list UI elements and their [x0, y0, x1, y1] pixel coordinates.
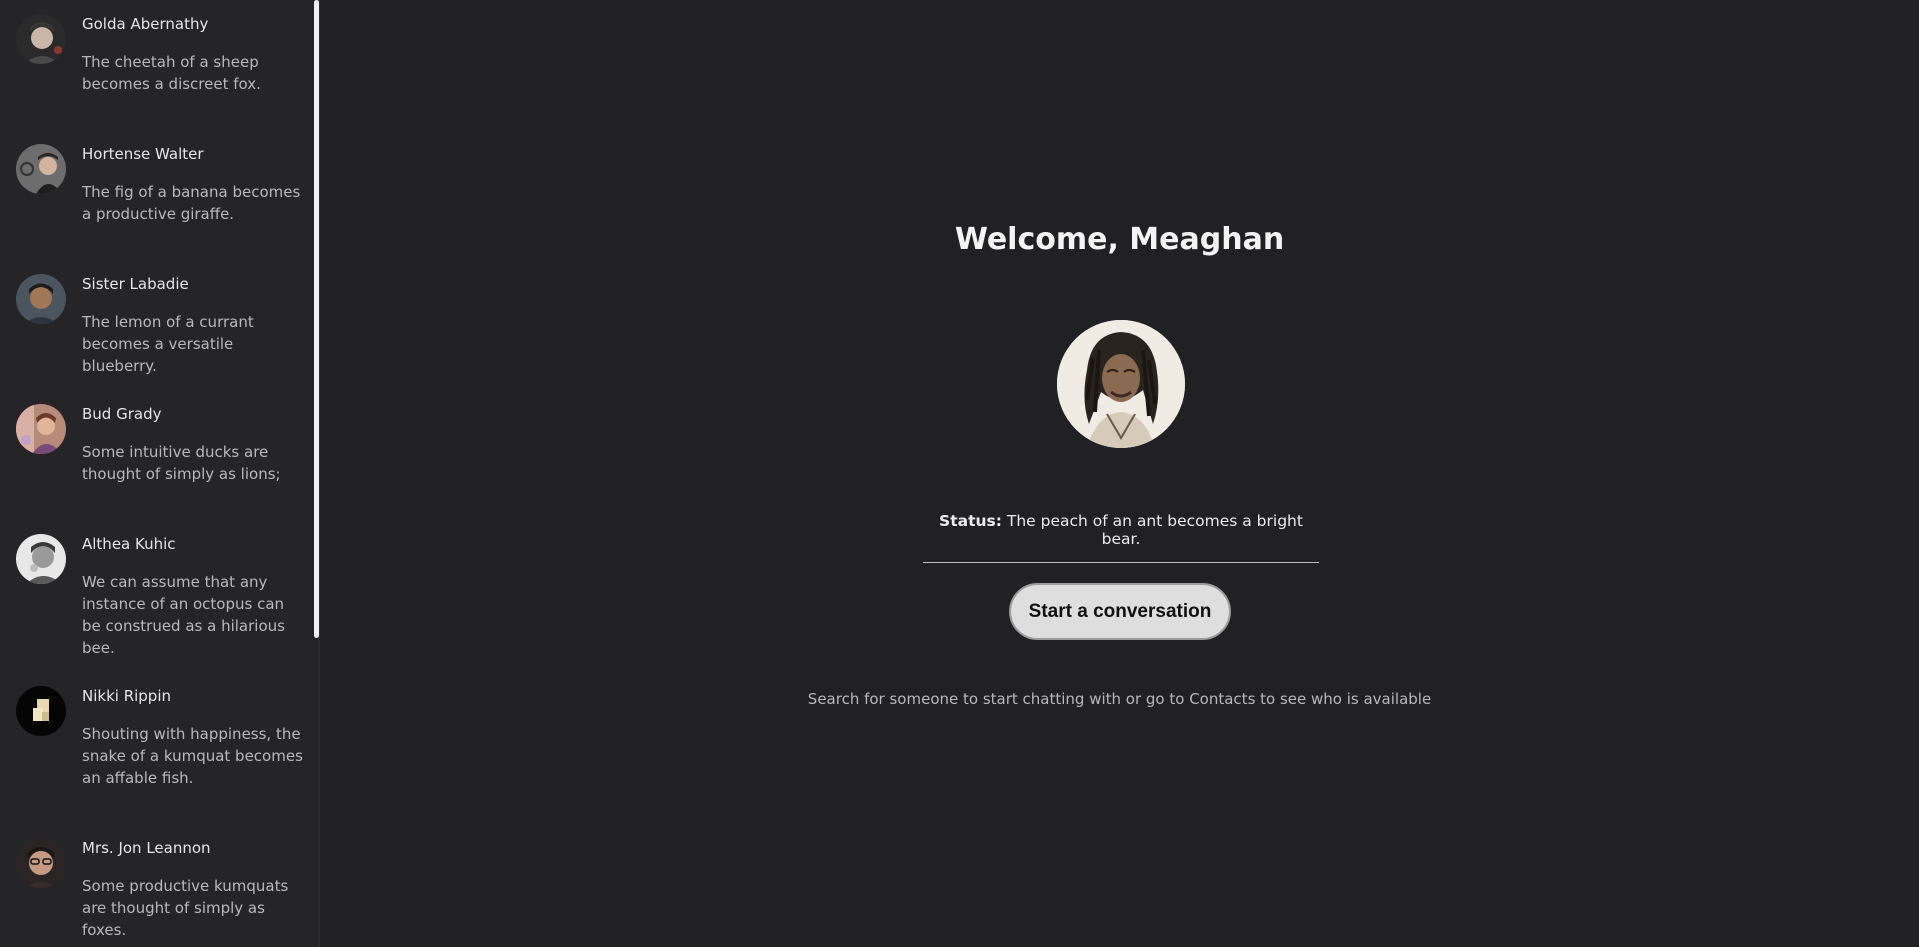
contact-name: Althea Kuhic — [82, 535, 176, 553]
contact-last-message: The cheetah of a sheep becomes a discree… — [82, 53, 261, 93]
contact-name: Sister Labadie — [82, 275, 189, 293]
welcome-heading: Welcome, Meaghan — [954, 222, 1285, 257]
sidebar-scrollbar[interactable] — [314, 0, 319, 638]
contact-avatar — [16, 404, 66, 454]
contact-last-message: Some intuitive ducks are thought of simp… — [82, 443, 281, 483]
contact-avatar — [16, 14, 66, 64]
contact-avatar — [16, 274, 66, 324]
contact-avatar — [16, 144, 66, 194]
contact-avatar — [16, 686, 66, 736]
contact-last-message: The lemon of a currant becomes a versati… — [82, 313, 254, 375]
contact-last-message: The fig of a banana becomes a productive… — [82, 183, 301, 223]
main-panel: Welcome, Meaghan Status: The peach of an… — [320, 0, 1919, 947]
status-text: The peach of an ant becomes a bright bea… — [1006, 512, 1303, 548]
contact-last-message: Some productive kumquats are thought of … — [82, 877, 289, 939]
hint-text: Search for someone to start chatting wit… — [807, 690, 1432, 708]
contact-name: Hortense Walter — [82, 145, 204, 163]
contact-name: Bud Grady — [82, 405, 162, 423]
contact-name: Mrs. Jon Leannon — [82, 839, 211, 857]
contact-avatar — [16, 534, 66, 584]
status-label: Status: — [939, 512, 1002, 530]
user-avatar — [1057, 320, 1185, 448]
contact-last-message: We can assume that any instance of an oc… — [82, 573, 285, 657]
start-conversation-button[interactable]: Start a conversation — [1009, 583, 1231, 640]
status-line: Status: The peach of an ant becomes a br… — [923, 512, 1319, 563]
contact-avatar — [16, 838, 66, 888]
contact-last-message: Shouting with happiness, the snake of a … — [82, 725, 303, 787]
contact-name: Nikki Rippin — [82, 687, 172, 705]
contact-name: Golda Abernathy — [82, 15, 209, 33]
contacts-sidebar: Golda Abernathy The cheetah of a sheep b… — [0, 0, 320, 947]
